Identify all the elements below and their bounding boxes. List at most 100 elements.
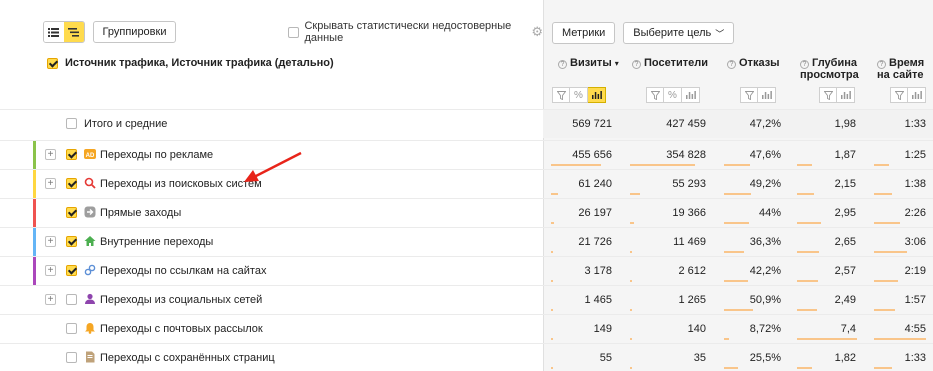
totals-row[interactable]: Итого и средние 569 721 427 459 47,2% 1,98 1:… [0, 109, 933, 138]
expand-icon[interactable]: + [45, 178, 56, 189]
cell-visits: 21 726 [578, 236, 612, 248]
cell-time: 1:33 [904, 118, 926, 130]
row-checkbox[interactable] [66, 352, 77, 363]
cell-visitors: 19 366 [672, 207, 706, 219]
filter-icon[interactable] [740, 87, 758, 103]
help-icon[interactable]: ? [632, 60, 641, 69]
column-visits[interactable]: ? Визиты ▾ [558, 57, 619, 70]
cell-time: 1:25 [904, 149, 926, 161]
cell-visits: 149 [593, 323, 612, 335]
time-column-tools [890, 87, 926, 103]
gear-icon[interactable]: ⚙ [531, 24, 543, 40]
bar-chart-icon[interactable] [588, 87, 606, 103]
table-row[interactable]: + Внутренние переходы 21 726 11 469 36,3% 2,6… [0, 227, 933, 256]
expand-icon[interactable]: + [45, 236, 56, 247]
saved-page-icon [84, 351, 96, 363]
row-label[interactable]: Переходы по рекламе [100, 141, 213, 169]
dimension-header: Источник трафика, Источник трафика (дета… [47, 57, 334, 69]
help-icon[interactable]: ? [727, 60, 736, 69]
cell-bounce: 50,9% [749, 294, 781, 306]
hide-unreliable-checkbox[interactable] [288, 26, 300, 38]
column-visitors[interactable]: ? Посетители [632, 57, 708, 69]
metrics-button[interactable]: Метрики [552, 22, 616, 44]
visits-share-bar [551, 251, 553, 253]
row-label[interactable]: Переходы из социальных сетей [100, 286, 262, 314]
metrics-toolbar: Метрики Выберите цель ﹀ [552, 22, 735, 44]
list-view-icon[interactable] [44, 22, 64, 42]
column-bounce[interactable]: ? Отказы [727, 57, 780, 69]
row-label[interactable]: Переходы по ссылкам на сайтах [100, 257, 266, 285]
groupings-button[interactable]: Группировки [92, 21, 177, 43]
visits-share-bar [551, 367, 553, 369]
filter-icon[interactable] [819, 87, 837, 103]
filter-icon[interactable] [646, 87, 664, 103]
cell-time: 1:38 [904, 178, 926, 190]
cell-depth: 2,65 [834, 236, 856, 248]
bar-chart-icon[interactable] [837, 87, 855, 103]
cell-bounce: 44% [758, 207, 781, 219]
cell-visits: 569 721 [572, 118, 612, 130]
table-row[interactable]: + Переходы по ссылкам на сайтах 3 178 2 612… [0, 256, 933, 285]
column-depth[interactable]: ? Глубина просмотра [800, 57, 859, 81]
percent-icon[interactable]: % [570, 87, 588, 103]
bar-chart-icon[interactable] [758, 87, 776, 103]
column-time[interactable]: ? Время на сайте [877, 57, 924, 81]
row-checkbox[interactable] [66, 265, 77, 276]
cell-visits: 55 [599, 352, 612, 364]
expand-icon[interactable]: + [45, 294, 56, 305]
expand-icon[interactable]: + [45, 149, 56, 160]
bar-chart-icon[interactable] [908, 87, 926, 103]
help-icon[interactable]: ? [800, 60, 809, 69]
hide-unreliable-toggle[interactable]: Скрывать статистически недостоверные дан… [288, 20, 543, 44]
row-label[interactable]: Внутренние переходы [100, 228, 213, 256]
depth-share-bar [797, 164, 812, 166]
bounce-share-bar [724, 164, 750, 166]
row-checkbox[interactable] [66, 178, 77, 189]
dimension-select-all-checkbox[interactable] [47, 57, 58, 69]
row-label[interactable]: Переходы из поисковых систем [100, 170, 262, 198]
row-label[interactable]: Прямые заходы [100, 199, 181, 227]
row-label[interactable]: Переходы с сохранённых страниц [100, 344, 275, 371]
bounce-share-bar [724, 193, 751, 195]
time-share-bar [874, 280, 898, 282]
goal-select[interactable]: Выберите цель ﹀ [623, 22, 735, 44]
row-checkbox[interactable] [66, 236, 77, 247]
depth-share-bar [797, 193, 814, 195]
row-checkbox[interactable] [66, 294, 77, 305]
cell-depth: 2,49 [834, 294, 856, 306]
cell-visits: 3 178 [584, 265, 612, 277]
filter-icon[interactable] [552, 87, 570, 103]
row-checkbox[interactable] [66, 323, 77, 334]
table-row[interactable]: + Переходы из поисковых систем 61 240 55 29… [0, 169, 933, 198]
cell-time: 1:33 [904, 352, 926, 364]
sort-desc-icon: ▾ [614, 59, 619, 68]
link-icon [84, 264, 96, 276]
visitors-column-tools: % [646, 87, 700, 103]
table-row[interactable]: Переходы с сохранённых страниц 55 35 25,5% 1… [0, 343, 933, 371]
help-icon[interactable]: ? [877, 60, 886, 69]
cell-visitors: 11 469 [673, 236, 706, 248]
percent-icon[interactable]: % [664, 87, 682, 103]
row-color-stripe [33, 257, 36, 285]
bar-chart-icon[interactable] [682, 87, 700, 103]
cell-visits: 61 240 [578, 178, 612, 190]
cell-visitors: 427 459 [666, 118, 706, 130]
depth-share-bar [797, 280, 818, 282]
row-checkbox[interactable] [66, 207, 77, 218]
filter-icon[interactable] [890, 87, 908, 103]
table-row[interactable]: + AD Переходы по рекламе 455 656 354 828 47,6… [0, 140, 933, 169]
tree-view-icon[interactable] [63, 22, 84, 42]
table-row[interactable]: Переходы с почтовых рассылок 149 140 8,72% 7… [0, 314, 933, 343]
visitors-share-bar [630, 164, 695, 166]
row-label[interactable]: Переходы с почтовых рассылок [100, 315, 263, 343]
table-row[interactable]: + Переходы из социальных сетей 1 465 1 265 5… [0, 285, 933, 314]
cell-visitors: 1 265 [678, 294, 706, 306]
bounce-share-bar [724, 309, 753, 311]
expand-icon[interactable]: + [45, 265, 56, 276]
row-checkbox[interactable] [66, 118, 77, 129]
table-row[interactable]: Прямые заходы 26 197 19 366 44% 2,95 2:26 [0, 198, 933, 227]
help-icon[interactable]: ? [558, 60, 567, 69]
row-checkbox[interactable] [66, 149, 77, 160]
search-icon [84, 177, 96, 189]
cell-time: 2:19 [904, 265, 926, 277]
